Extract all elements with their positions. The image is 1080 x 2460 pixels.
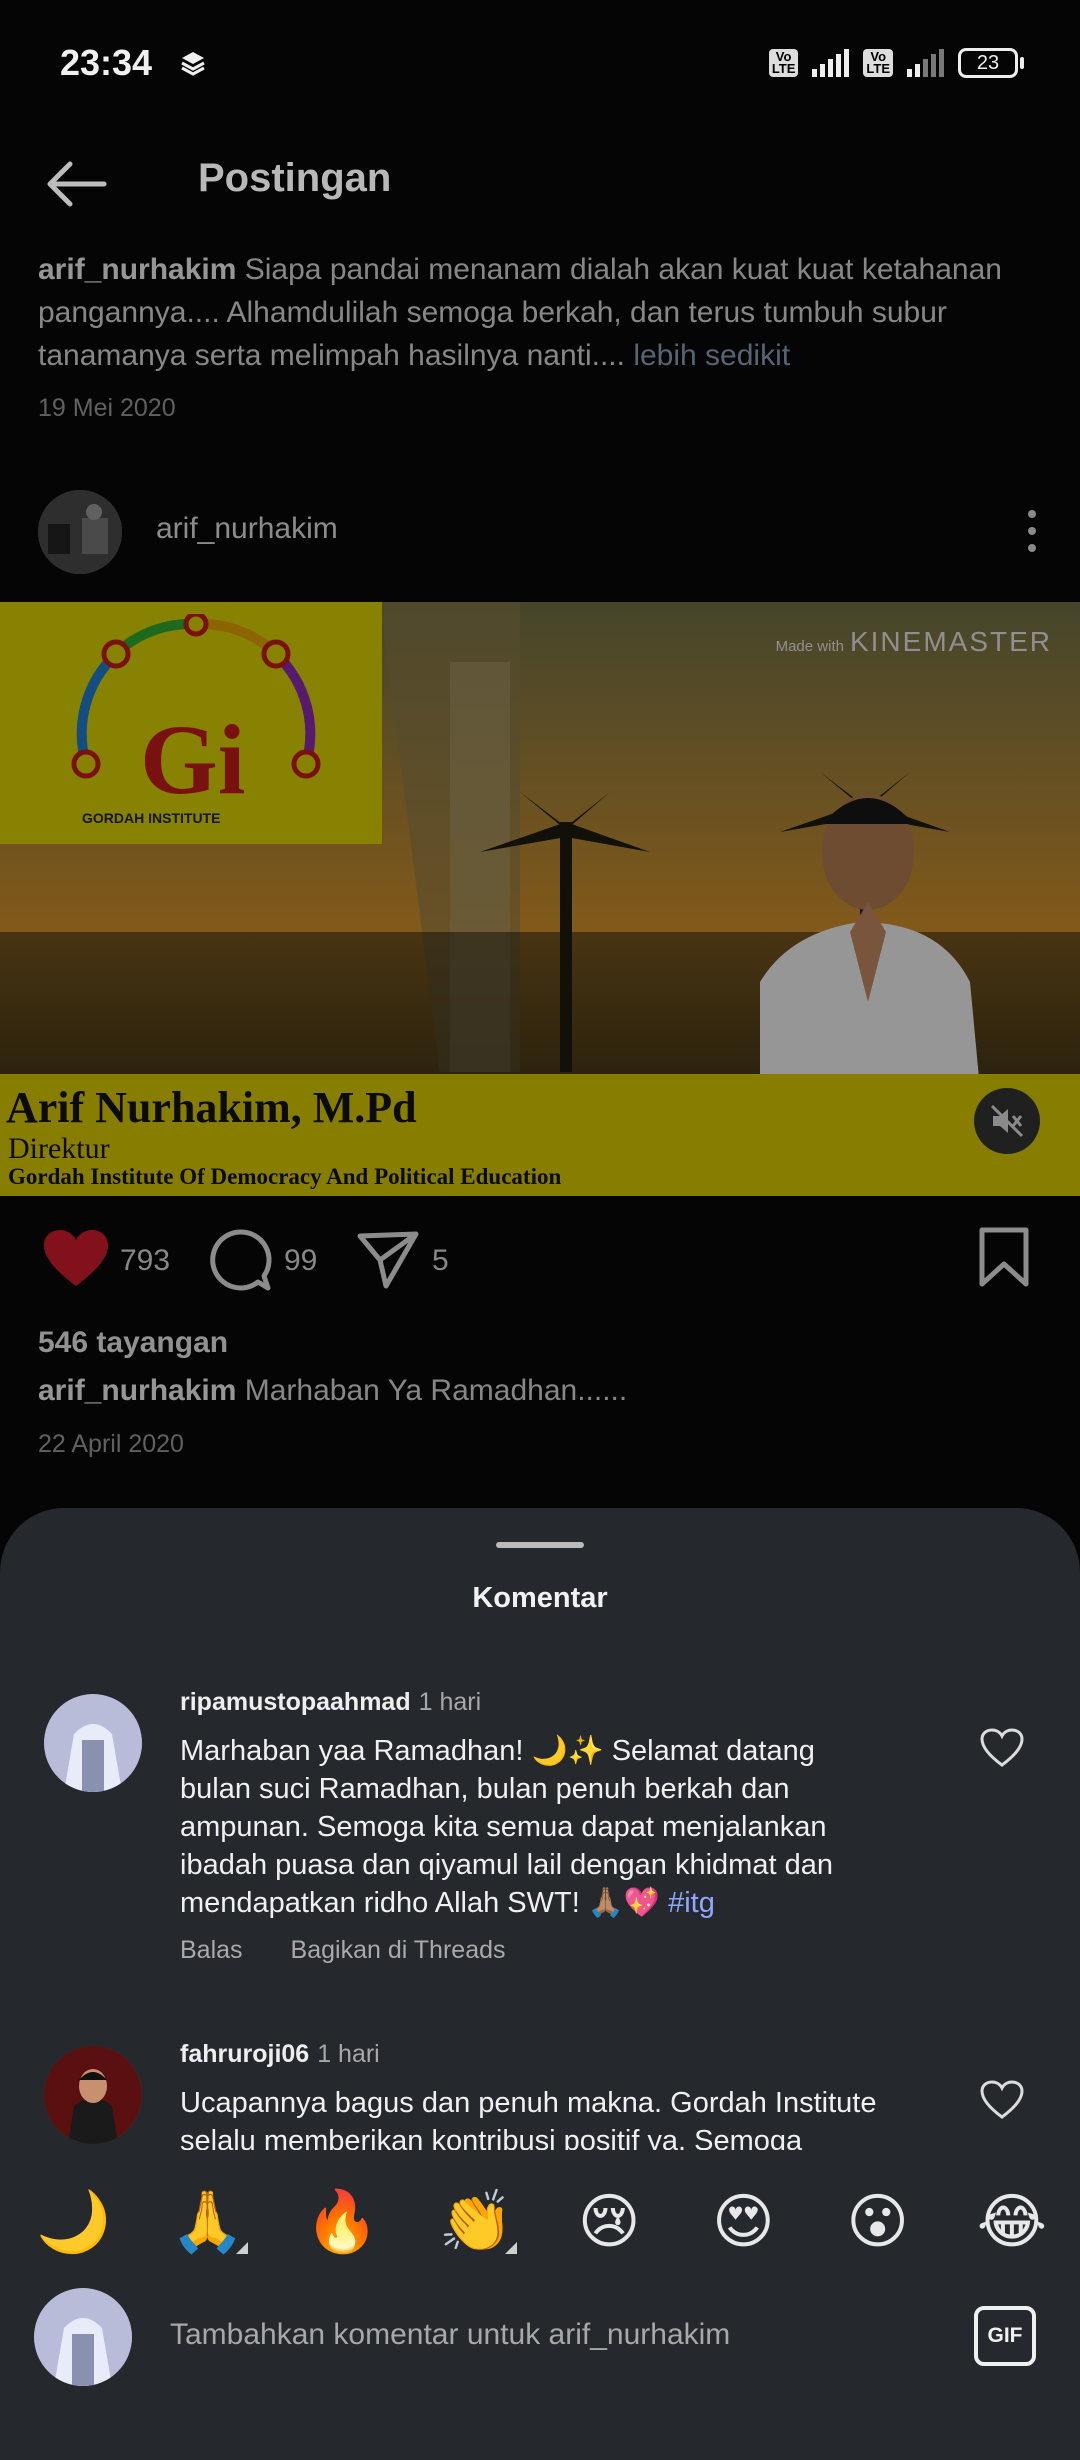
- person-role: Direktur: [8, 1132, 110, 1165]
- reply-button[interactable]: Balas: [180, 1936, 243, 1965]
- emoji-laugh[interactable]: 😂: [976, 2186, 1048, 2258]
- logo-text: GORDAH INSTITUTE: [82, 810, 221, 826]
- comment-avatar-2[interactable]: [44, 2046, 142, 2144]
- signal-4g-icon: [907, 49, 944, 77]
- send-icon: [357, 1231, 419, 1289]
- page-title: Postingan: [198, 156, 392, 200]
- logo-letters: Gi: [140, 704, 246, 815]
- prev-post-username[interactable]: arif_nurhakim: [38, 253, 236, 286]
- comment-avatar[interactable]: [44, 1694, 142, 1792]
- person-name: Arif Nurhakim, M.Pd: [6, 1083, 417, 1132]
- save-button[interactable]: [978, 1226, 1030, 1293]
- volte-icon-2: Vo LTE: [863, 49, 893, 77]
- post-username[interactable]: arif_nurhakim: [156, 512, 338, 546]
- comment-username[interactable]: ripamustopaahmad: [180, 1688, 411, 1716]
- more-options-icon[interactable]: [1028, 510, 1038, 552]
- comment-input-bar: [0, 2270, 1080, 2460]
- comment-time: 1 hari: [418, 1688, 482, 1716]
- status-time: 23:34: [60, 42, 153, 83]
- comment-time-2: 1 hari: [317, 2040, 380, 2068]
- hashtag-link[interactable]: #itg: [668, 1887, 715, 1919]
- prev-post-caption: arif_nurhakim Siapa pandai menanam diala…: [38, 248, 1038, 377]
- kinemaster-watermark: Made with KINEMASTER: [775, 626, 1052, 657]
- bookmark-icon: [979, 1227, 1029, 1287]
- comment-input[interactable]: Tambahkan komentar untuk arif_nurhakim: [170, 2318, 730, 2352]
- view-count: 546 tayangan: [38, 1326, 229, 1359]
- back-arrow-icon[interactable]: [44, 158, 108, 215]
- comment-actions: Balas Bagikan di Threads: [180, 1936, 506, 1965]
- comment-text: Marhaban yaa Ramadhan! 🌙✨ Selamat datang…: [180, 1735, 833, 1919]
- comment-header: ripamustopaahmad 1 hari: [180, 1688, 481, 1717]
- emoji-heart-eyes[interactable]: 😍: [707, 2186, 779, 2258]
- signal-icon: [812, 49, 850, 77]
- comment-text-2: Ucapannya bagus dan penuh makna. Gordah …: [180, 2087, 877, 2150]
- stack-icon: [180, 50, 206, 81]
- post-avatar[interactable]: [38, 490, 122, 574]
- like-button[interactable]: [42, 1228, 110, 1295]
- gif-button[interactable]: GIF: [974, 2306, 1036, 2366]
- share-count[interactable]: 5: [432, 1244, 449, 1278]
- heart-outline-icon: [980, 2080, 1024, 2119]
- self-avatar: [34, 2288, 132, 2386]
- emoji-fire[interactable]: 🔥: [305, 2186, 380, 2258]
- post-video[interactable]: Gi GORDAH INSTITUTE Made with KINEMASTER …: [0, 602, 1080, 1196]
- comment-header-2: fahruroji06 1 hari: [180, 2040, 380, 2069]
- comment-like-button-2[interactable]: [980, 2080, 1024, 2125]
- comment-bubble-icon: [210, 1229, 272, 1291]
- post-caption: arif_nurhakim Marhaban Ya Ramadhan......: [38, 1374, 627, 1408]
- prev-post-date: 19 Mei 2020: [38, 394, 176, 422]
- like-count[interactable]: 793: [120, 1244, 170, 1278]
- logo-panel: Gi GORDAH INSTITUTE: [0, 602, 382, 844]
- drag-handle[interactable]: [496, 1542, 584, 1548]
- emoji-cry[interactable]: 😢: [573, 2186, 645, 2258]
- mute-button[interactable]: [974, 1088, 1040, 1154]
- less-link[interactable]: lebih sedikit: [633, 339, 790, 372]
- share-button[interactable]: [356, 1230, 420, 1295]
- emoji-clap[interactable]: 👏: [439, 2186, 517, 2258]
- comment-count[interactable]: 99: [284, 1244, 317, 1278]
- emoji-wow[interactable]: 😮: [842, 2186, 914, 2258]
- comment-like-button[interactable]: [980, 1728, 1024, 1773]
- emoji-moon[interactable]: 🌙: [36, 2186, 111, 2258]
- caption-text: Marhaban Ya Ramadhan......: [244, 1374, 628, 1407]
- emoji-row: 🌙 🙏 🔥 👏 😢 😍 😮 😂: [36, 2186, 1048, 2258]
- emoji-pray[interactable]: 🙏: [170, 2186, 249, 2258]
- comment-username-2[interactable]: fahruroji06: [180, 2040, 309, 2068]
- person-org: Gordah Institute Of Democracy And Politi…: [8, 1164, 562, 1189]
- status-icons: Vo LTE Vo LTE 23: [768, 48, 1024, 78]
- share-threads-button[interactable]: Bagikan di Threads: [291, 1936, 506, 1965]
- muted-speaker-icon: [990, 1104, 1024, 1138]
- heart-filled-icon: [44, 1230, 108, 1286]
- battery-icon: 23: [958, 48, 1024, 78]
- comments-title: Komentar: [472, 1582, 608, 1614]
- caption-username[interactable]: arif_nurhakim: [38, 1374, 236, 1407]
- post-date: 22 April 2020: [38, 1430, 184, 1458]
- heart-outline-icon: [980, 1728, 1024, 1767]
- volte-icon: Vo LTE: [768, 49, 799, 77]
- comment-button[interactable]: [208, 1228, 272, 1297]
